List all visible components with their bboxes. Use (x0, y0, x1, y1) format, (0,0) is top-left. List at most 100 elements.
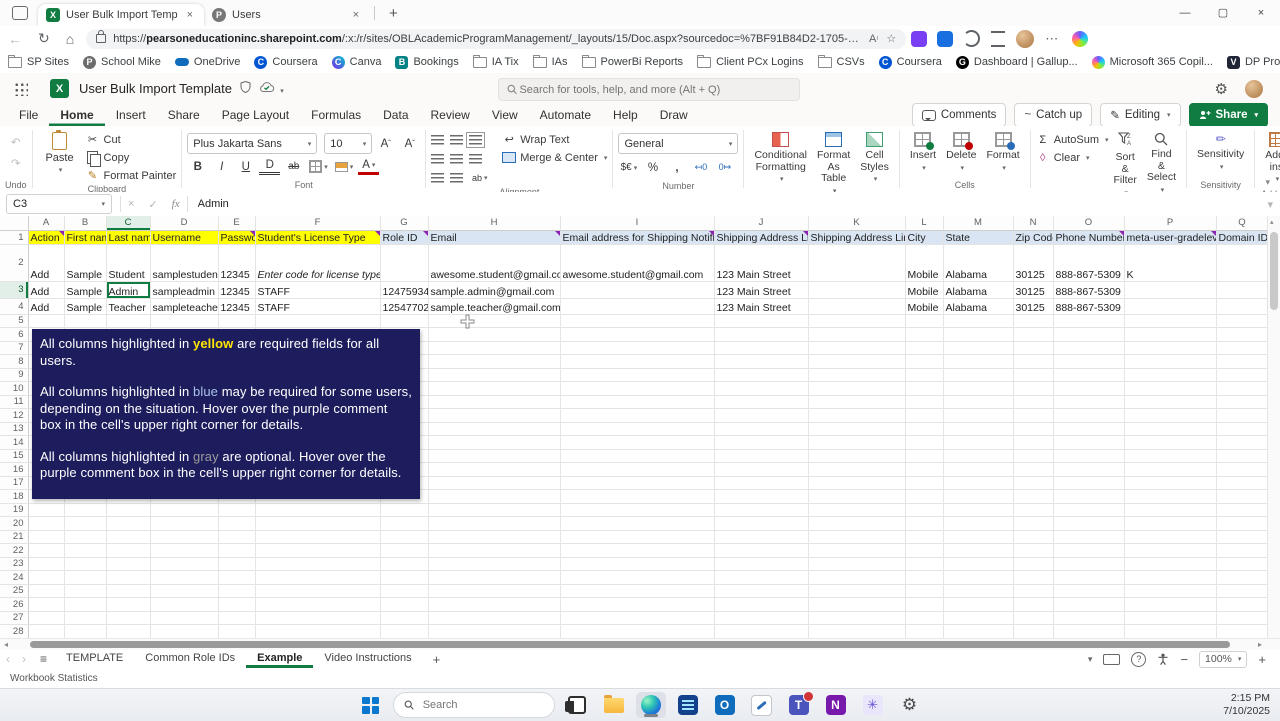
bold-button[interactable]: B (187, 158, 208, 175)
cell-O28[interactable] (1053, 624, 1125, 639)
bookmark-item[interactable]: SP Sites (8, 54, 69, 68)
header-cell-F1[interactable]: Student's License Type (255, 230, 381, 245)
cell-K18[interactable] (808, 489, 906, 504)
cell-B24[interactable] (64, 570, 107, 585)
cell-N26[interactable] (1013, 597, 1054, 612)
cell-P27[interactable] (1124, 611, 1217, 625)
cell-H9[interactable] (428, 368, 561, 382)
cell-I5[interactable] (560, 314, 715, 328)
cell-L22[interactable] (905, 543, 944, 558)
row-header-22[interactable]: 22 (0, 543, 29, 558)
cell-D5[interactable] (150, 314, 219, 328)
maximize-button[interactable]: ▢ (1204, 0, 1242, 26)
cell-Q11[interactable] (1216, 395, 1269, 409)
sheet-tab-video-instructions[interactable]: Video Instructions (313, 650, 422, 668)
cell-N20[interactable] (1013, 516, 1054, 531)
sheet-tab-example[interactable]: Example (246, 650, 313, 668)
cell-J17[interactable] (714, 476, 809, 490)
row-header-12[interactable]: 12 (0, 408, 29, 423)
sort-filter-button[interactable]: ZA Sort & Filter ▾ (1109, 130, 1142, 192)
percent-format-icon[interactable]: % (642, 159, 663, 176)
cell-N7[interactable] (1013, 341, 1054, 355)
bookmark-item[interactable]: PowerBi Reports (581, 54, 683, 68)
excel-search-box[interactable] (498, 78, 800, 101)
cell-H11[interactable] (428, 395, 561, 409)
minimize-button[interactable]: — (1166, 0, 1204, 26)
cell-P16[interactable] (1124, 462, 1217, 477)
cell-F24[interactable] (255, 570, 381, 585)
cell-K2[interactable] (808, 244, 906, 282)
column-header-O[interactable]: O (1053, 216, 1125, 231)
vertical-scroll-thumb[interactable] (1270, 232, 1278, 310)
cell-I24[interactable] (560, 570, 715, 585)
cell-P24[interactable] (1124, 570, 1217, 585)
cell-O7[interactable] (1053, 341, 1125, 355)
cell-P15[interactable] (1124, 449, 1217, 463)
header-cell-E1[interactable]: Password (218, 230, 256, 245)
cell-B23[interactable] (64, 557, 107, 571)
cell-H16[interactable] (428, 462, 561, 477)
cell-Q9[interactable] (1216, 368, 1269, 382)
cell-O15[interactable] (1053, 449, 1125, 463)
cell-N8[interactable] (1013, 354, 1054, 369)
cell-I17[interactable] (560, 476, 715, 490)
header-cell-K1[interactable]: Shipping Address Line 2 (808, 230, 906, 245)
cell-E22[interactable] (218, 543, 256, 558)
comments-button[interactable]: Comments (911, 103, 1007, 127)
cell-I9[interactable] (560, 368, 715, 382)
cell-E25[interactable] (218, 584, 256, 598)
cell-C20[interactable] (106, 516, 151, 531)
ribbon-tab-view[interactable]: View (481, 104, 529, 126)
app-launcher-icon[interactable] (14, 81, 28, 96)
zoom-out-button[interactable]: − (1180, 652, 1188, 667)
cell-M16[interactable] (943, 462, 1014, 477)
cell-O25[interactable] (1053, 584, 1125, 598)
font-size-select[interactable]: 10 ▾ (324, 133, 373, 154)
row-header-23[interactable]: 23 (0, 557, 29, 571)
text-orientation-icon[interactable]: ab ▾ (469, 170, 490, 187)
bookmark-item[interactable]: C Coursera (878, 55, 942, 69)
redo-icon[interactable]: ↷ (5, 154, 26, 171)
cell-H8[interactable] (428, 354, 561, 369)
cell-Q6[interactable] (1216, 327, 1269, 342)
cell-B20[interactable] (64, 516, 107, 531)
cell-Q21[interactable] (1216, 530, 1269, 544)
cell-E27[interactable] (218, 611, 256, 625)
cell-Q2[interactable] (1216, 244, 1269, 282)
cell-E20[interactable] (218, 516, 256, 531)
row-header-18[interactable]: 18 (0, 489, 29, 504)
cell-E28[interactable] (218, 624, 256, 639)
saved-cloud-icon[interactable]: ▾ (259, 81, 284, 96)
header-cell-Q1[interactable]: Domain ID (1216, 230, 1269, 245)
cell-P20[interactable] (1124, 516, 1217, 531)
cell-Q26[interactable] (1216, 597, 1269, 612)
cell-K20[interactable] (808, 516, 906, 531)
cell-H3[interactable]: sample.admin@gmail.com (428, 281, 561, 299)
more-options-icon[interactable]: ⋯ (1039, 31, 1064, 47)
cell-M20[interactable] (943, 516, 1014, 531)
cell-P21[interactable] (1124, 530, 1217, 544)
tab-close-icon[interactable]: × (350, 9, 362, 21)
cell-N21[interactable] (1013, 530, 1054, 544)
cell-O27[interactable] (1053, 611, 1125, 625)
cell-C23[interactable] (106, 557, 151, 571)
cell-G24[interactable] (380, 570, 429, 585)
taskbar-search-input[interactable] (420, 698, 544, 712)
cell-H22[interactable] (428, 543, 561, 558)
header-cell-B1[interactable]: First name (64, 230, 107, 245)
cell-A22[interactable] (28, 543, 65, 558)
autosum-button[interactable]: Σ AutoSum ▾ (1036, 132, 1108, 147)
cell-O9[interactable] (1053, 368, 1125, 382)
header-cell-N1[interactable]: Zip Code (1013, 230, 1054, 245)
cell-M4[interactable]: Alabama (943, 298, 1014, 315)
cell-M27[interactable] (943, 611, 1014, 625)
header-cell-M1[interactable]: State (943, 230, 1014, 245)
cell-N6[interactable] (1013, 327, 1054, 342)
cell-G4[interactable]: 12547702 (380, 298, 429, 315)
cell-G20[interactable] (380, 516, 429, 531)
cell-N2[interactable]: 30125 (1013, 244, 1054, 282)
cell-L2[interactable]: Mobile (905, 244, 944, 282)
cell-B5[interactable] (64, 314, 107, 328)
cell-J24[interactable] (714, 570, 809, 585)
increase-font-size-icon[interactable]: Aˆ (375, 135, 396, 152)
